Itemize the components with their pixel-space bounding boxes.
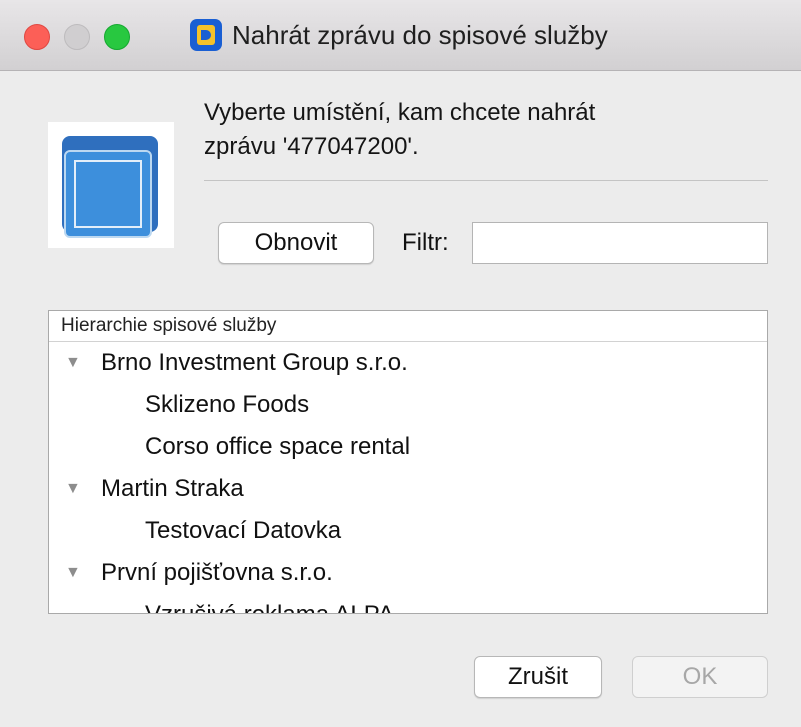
app-d-icon bbox=[190, 19, 222, 51]
close-window-button[interactable] bbox=[24, 24, 50, 50]
tree-row[interactable]: Testovací Datovka bbox=[49, 510, 767, 552]
tree-row[interactable]: Sklizeno Foods bbox=[49, 384, 767, 426]
refresh-button[interactable]: Obnovit bbox=[218, 222, 374, 264]
tree-row-label: Testovací Datovka bbox=[145, 517, 342, 544]
blue-cube-icon bbox=[48, 122, 174, 248]
upload-dialog: Nahrát zprávu do spisové služby Vyberte … bbox=[0, 0, 801, 727]
hierarchy-tree[interactable]: Hierarchie spisové služby ▼ Brno Investm… bbox=[48, 310, 768, 614]
disclosure-triangle-down-icon[interactable]: ▼ bbox=[65, 552, 81, 594]
tree-row[interactable]: ▼ Martin Straka bbox=[49, 468, 767, 510]
tree-row[interactable]: ▼ Brno Investment Group s.r.o. bbox=[49, 342, 767, 384]
title-bar: Nahrát zprávu do spisové služby bbox=[0, 0, 801, 71]
tree-row-label: Martin Straka bbox=[101, 475, 244, 502]
tree-row[interactable]: Corso office space rental bbox=[49, 426, 767, 468]
disclosure-triangle-down-icon[interactable]: ▼ bbox=[65, 468, 81, 510]
tree-row-label: Sklizeno Foods bbox=[145, 391, 310, 418]
tree-row[interactable]: Vzrušivá reklama ALPA bbox=[49, 594, 767, 613]
tree-column-header[interactable]: Hierarchie spisové služby bbox=[49, 311, 767, 342]
instruction-line-2: zprávu '477047200'. bbox=[204, 133, 419, 160]
minimize-window-button[interactable] bbox=[64, 24, 90, 50]
filter-input[interactable] bbox=[472, 222, 768, 264]
disclosure-triangle-down-icon[interactable]: ▼ bbox=[65, 342, 81, 384]
tree-row-label: Corso office space rental bbox=[145, 433, 411, 460]
tree-row-label: První pojišťovna s.r.o. bbox=[101, 559, 333, 586]
ok-button[interactable]: OK bbox=[632, 656, 768, 698]
window-title-group: Nahrát zprávu do spisové služby bbox=[190, 16, 608, 54]
separator bbox=[204, 180, 768, 181]
tree-row-label: Vzrušivá reklama ALPA bbox=[145, 594, 394, 613]
cancel-button[interactable]: Zrušit bbox=[474, 656, 602, 698]
tree-row[interactable]: ▼ První pojišťovna s.r.o. bbox=[49, 552, 767, 594]
tree-row-label: Brno Investment Group s.r.o. bbox=[101, 349, 408, 376]
maximize-window-button[interactable] bbox=[104, 24, 130, 50]
instruction-line-1: Vyberte umístění, kam chcete nahrát bbox=[204, 99, 596, 126]
window-title: Nahrát zprávu do spisové služby bbox=[232, 19, 608, 50]
filter-label: Filtr: bbox=[402, 229, 449, 256]
instruction-text: Vyberte umístění, kam chcete nahrát zprá… bbox=[204, 96, 764, 164]
